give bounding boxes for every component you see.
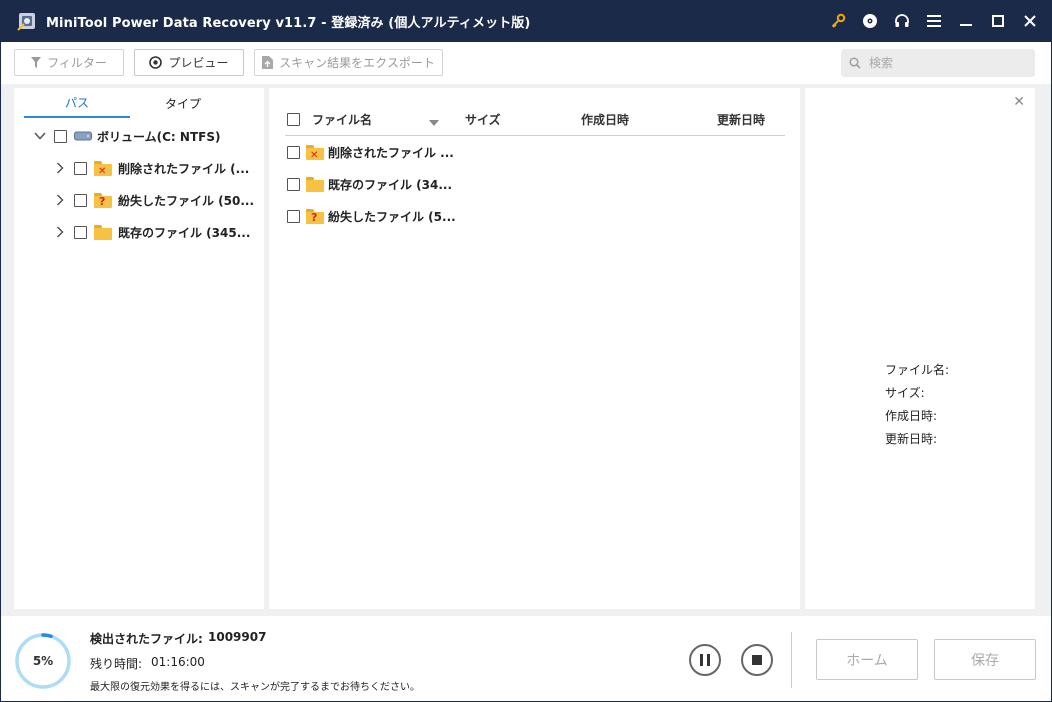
pause-button[interactable] (689, 644, 721, 676)
save-button[interactable]: 保存 (934, 639, 1036, 680)
search-input[interactable] (869, 56, 1019, 70)
deleted-folder-icon: ✕ (306, 144, 324, 160)
file-row[interactable]: 既存のファイル (34... (285, 168, 785, 200)
file-list-panel: ファイル名 サイズ 作成日時 更新日時 ✕ 削除されたファイル ... 既存のフ… (269, 88, 800, 609)
column-size[interactable]: サイズ (465, 102, 501, 136)
filter-button[interactable]: フィルター (14, 49, 124, 76)
existing-folder-icon (306, 176, 324, 192)
tree-root-label: ボリューム(C: NTFS) (97, 129, 221, 144)
close-icon[interactable] (1014, 0, 1046, 42)
file-list-header: ファイル名 サイズ 作成日時 更新日時 (285, 102, 785, 136)
tab-path[interactable]: パス (24, 88, 130, 118)
sort-down-icon[interactable] (429, 115, 439, 129)
tree-item-lost[interactable]: ? 紛失したファイル (50... (14, 184, 264, 216)
lost-folder-icon: ? (94, 192, 112, 208)
tree-root-row[interactable]: ボリューム(C: NTFS) (14, 120, 264, 152)
tree-item-label: 紛失したファイル (50... (118, 193, 255, 208)
progress-percent: 5% (32, 654, 54, 668)
menu-icon[interactable] (918, 0, 950, 42)
file-name: 削除されたファイル ... (328, 145, 454, 160)
export-scan-result-button[interactable]: スキャン結果をエクスポート (254, 49, 443, 76)
column-name[interactable]: ファイル名 (312, 102, 372, 136)
pause-icon (700, 654, 710, 666)
detail-created-label: 作成日時: (885, 409, 938, 423)
detail-size-label: サイズ: (885, 386, 925, 400)
search-icon (849, 57, 861, 69)
tree-item-deleted[interactable]: ✕ 削除されたファイル (... (14, 152, 264, 184)
status-bar: 5% 検出されたファイル: 1009907 残り時間: 01:16:00 最大限… (0, 616, 1052, 702)
checkbox[interactable] (287, 209, 300, 223)
minimize-icon[interactable] (950, 0, 982, 42)
filter-label: フィルター (47, 56, 107, 70)
checkbox[interactable] (74, 193, 87, 207)
file-row[interactable]: ✕ 削除されたファイル ... (285, 136, 785, 168)
export-icon (262, 56, 274, 69)
checkbox[interactable] (54, 129, 67, 143)
details-panel: ✕ ファイル名: サイズ: 作成日時: 更新日時: (805, 88, 1035, 609)
checkbox[interactable] (287, 177, 300, 191)
tab-type[interactable]: タイプ (130, 88, 236, 118)
chevron-right-icon[interactable] (54, 162, 66, 174)
tree-panel: パス タイプ ボリューム(C: NTFS) ✕ 削除されたファイル (... ?… (14, 88, 264, 609)
existing-folder-icon (94, 224, 112, 240)
app-logo-icon (16, 10, 38, 32)
select-all-checkbox[interactable] (287, 113, 300, 126)
scan-hint: 最大限の復元効果を得るには、スキャンが完了するまでお待ちください。 (90, 682, 420, 693)
tree-item-label: 削除されたファイル (... (118, 161, 250, 176)
toolbar: フィルター プレビュー スキャン結果をエクスポート (0, 42, 1052, 84)
tree-item-label: 既存のファイル (345... (118, 225, 251, 240)
window-title: MiniTool Power Data Recovery v11.7 - 登録済… (46, 15, 531, 31)
close-preview-icon[interactable]: ✕ (1013, 94, 1025, 110)
found-files-label: 検出されたファイル: (90, 632, 203, 646)
stop-icon (752, 655, 762, 665)
title-bar: MiniTool Power Data Recovery v11.7 - 登録済… (0, 0, 1052, 42)
key-icon[interactable] (822, 0, 854, 42)
lost-folder-icon: ? (306, 208, 324, 224)
tree-item-existing[interactable]: 既存のファイル (345... (14, 216, 264, 248)
checkbox[interactable] (74, 161, 87, 175)
checkbox[interactable] (74, 225, 87, 239)
headset-icon[interactable] (886, 0, 918, 42)
maximize-icon[interactable] (982, 0, 1014, 42)
divider (791, 632, 792, 688)
disc-icon[interactable] (854, 0, 886, 42)
remaining-time-label: 残り時間: (90, 657, 143, 671)
file-name: 紛失したファイル (5... (328, 209, 456, 224)
deleted-folder-icon: ✕ (94, 160, 112, 176)
preview-label: プレビュー (168, 56, 229, 70)
view-tabs: パス タイプ (24, 88, 254, 118)
eye-icon (149, 56, 163, 69)
remaining-time-value: 01:16:00 (151, 655, 205, 669)
chevron-down-icon[interactable] (34, 130, 46, 142)
detail-file-name-label: ファイル名: (885, 363, 950, 377)
chevron-right-icon[interactable] (54, 194, 66, 206)
search-box[interactable] (841, 49, 1035, 77)
chevron-right-icon[interactable] (54, 226, 66, 238)
drive-icon (74, 131, 92, 141)
preview-button[interactable]: プレビュー (134, 49, 244, 76)
export-label: スキャン結果をエクスポート (279, 56, 435, 70)
home-button[interactable]: ホーム (816, 639, 918, 680)
column-created[interactable]: 作成日時 (581, 102, 629, 136)
detail-modified-label: 更新日時: (885, 432, 938, 446)
checkbox[interactable] (287, 145, 300, 159)
file-name: 既存のファイル (34... (328, 177, 453, 192)
found-files-value: 1009907 (208, 630, 267, 644)
file-row[interactable]: ? 紛失したファイル (5... (285, 200, 785, 232)
column-modified[interactable]: 更新日時 (717, 102, 765, 136)
filter-icon (31, 57, 42, 68)
stop-button[interactable] (741, 644, 773, 676)
